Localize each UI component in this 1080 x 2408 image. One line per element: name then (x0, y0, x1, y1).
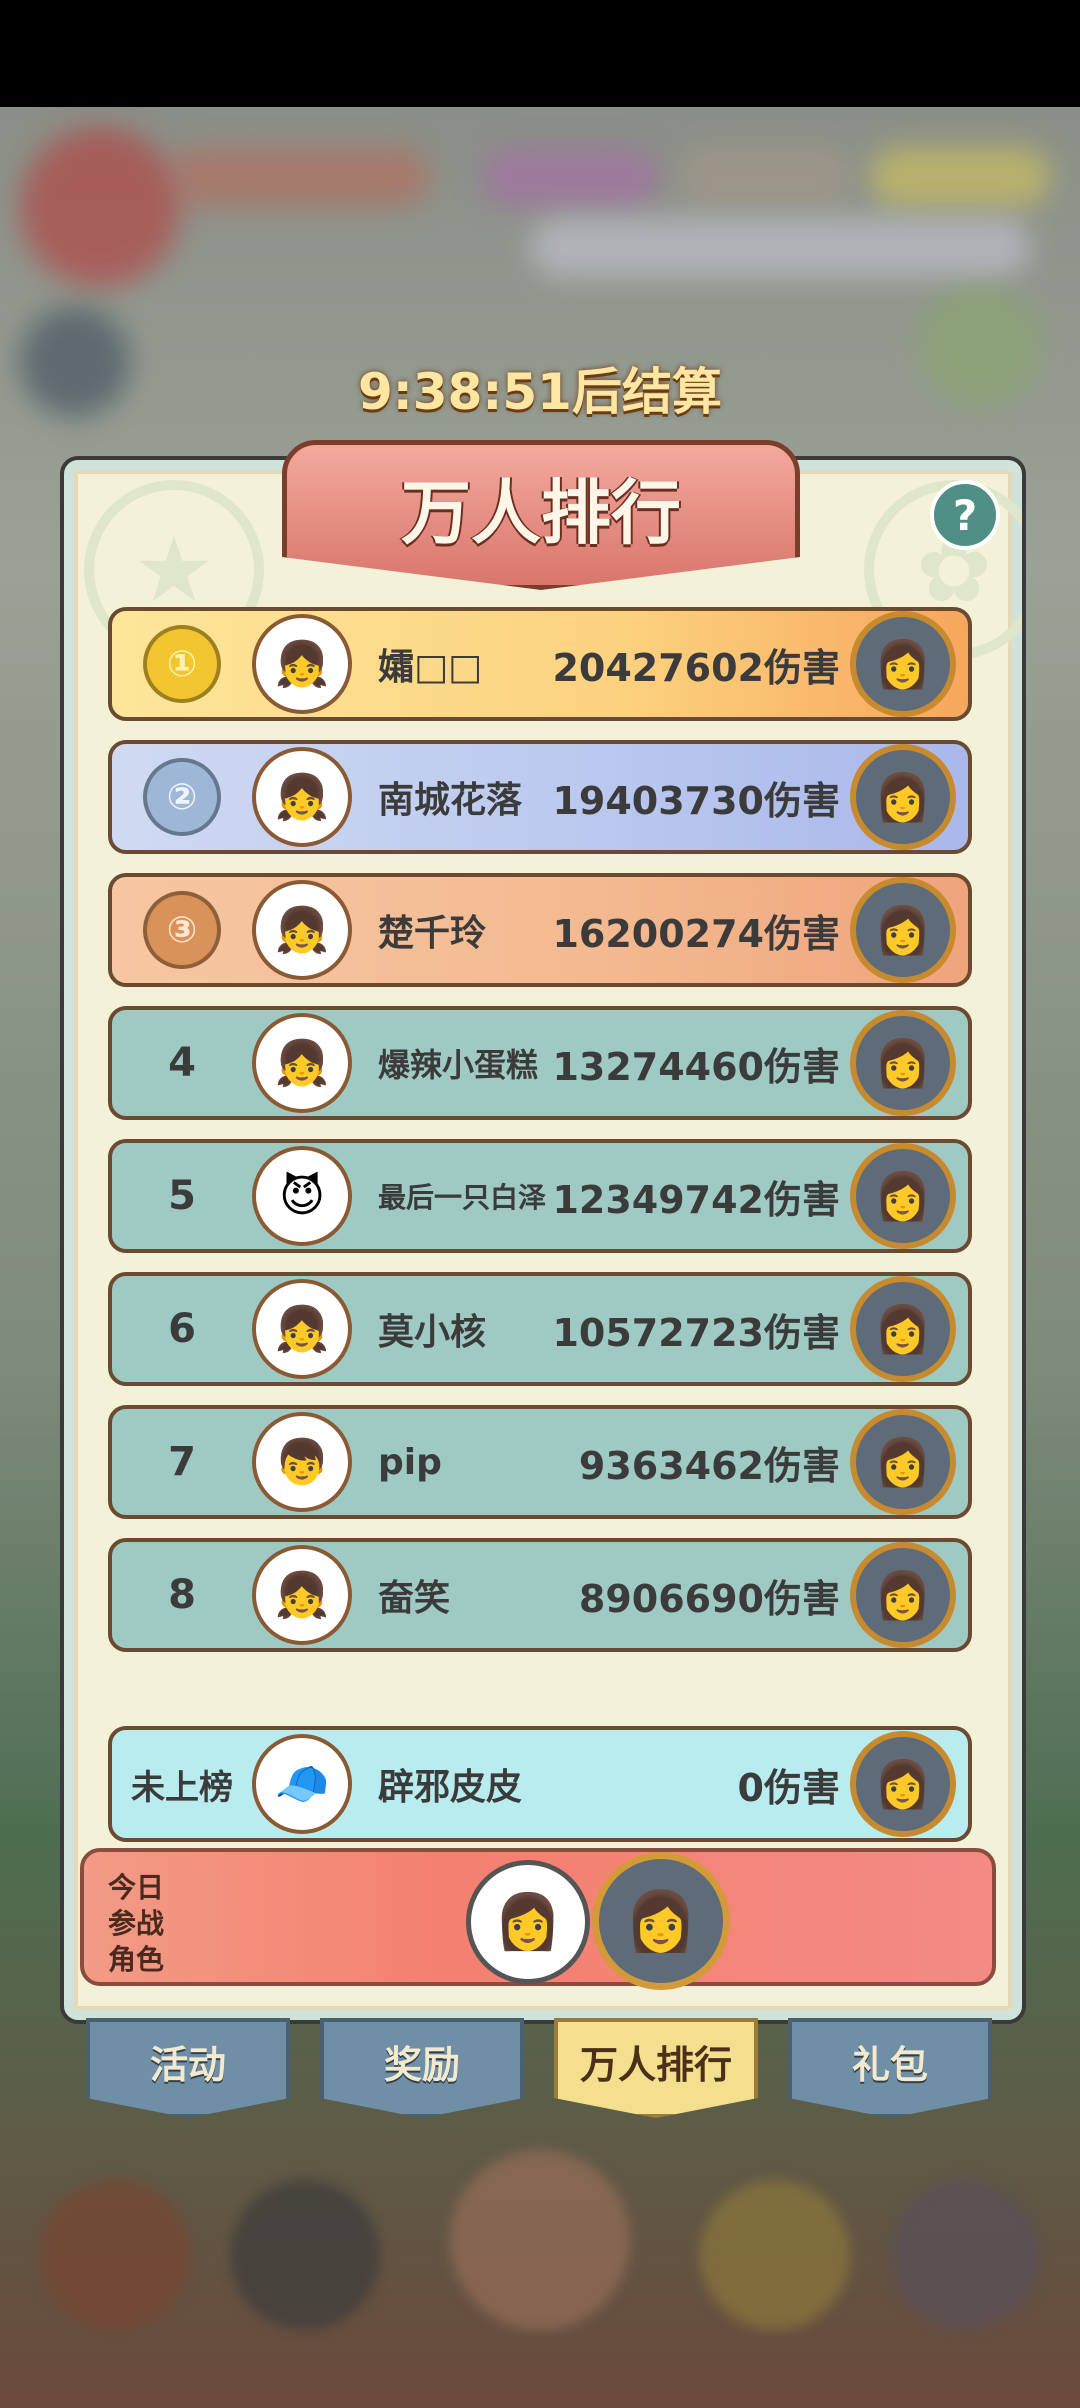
damage-score: 16200274伤害 (552, 911, 840, 956)
my-ranking-row[interactable]: 未上榜 🧢 辟邪皮皮 0伤害 👩 (108, 1726, 972, 1842)
ranking-list: ① 👧 孀□□ 20427602伤害 👩 ② 👧 南城花落 19403730伤害… (108, 607, 972, 1671)
tab-ranking[interactable]: 万人排行 (554, 2018, 758, 2118)
player-name: pip (378, 1441, 442, 1483)
player-name: 奤笑 (378, 1578, 451, 1619)
tab-gift[interactable]: 礼包 (788, 2018, 992, 2118)
dark-hair-girl-icon: 👩 (850, 877, 956, 983)
today-label: 今日参战角色 (108, 1871, 165, 1976)
player-name: 楚千玲 (378, 913, 487, 954)
rank-number: 5 (168, 1173, 196, 1219)
player-name: 莫小核 (378, 1312, 487, 1353)
player-name: 南城花落 (378, 780, 523, 821)
rank-number: 8 (168, 1572, 196, 1618)
ranking-row-1[interactable]: ① 👧 孀□□ 20427602伤害 👩 (108, 607, 972, 721)
horned-girl-icon: 😈 (252, 1146, 352, 1246)
damage-score: 19403730伤害 (552, 778, 840, 823)
dark-hair-girl-icon: 👩 (850, 1010, 956, 1116)
blond-boy-icon: 👦 (252, 1412, 352, 1512)
dark-hair-girl-icon: 👩 (850, 611, 956, 717)
my-damage-score: 0伤害 (737, 1765, 840, 1810)
rank-number: 6 (168, 1306, 196, 1352)
ranking-row-2[interactable]: ② 👧 南城花落 19403730伤害 👩 (108, 740, 972, 854)
rank-number: 4 (168, 1040, 196, 1086)
gold-medal-icon: ① (143, 625, 221, 703)
ranking-row-3[interactable]: ③ 👧 楚千玲 16200274伤害 👩 (108, 873, 972, 987)
today-battle-characters: 今日参战角色 👩 👩 (80, 1848, 996, 1990)
ranking-row-8[interactable]: 8 👧 奤笑 8906690伤害 👩 (108, 1538, 972, 1652)
damage-score: 8906690伤害 (578, 1576, 840, 1621)
silver-hair-girl-icon: 👧 (252, 1279, 352, 1379)
player-name: 孀□□ (378, 647, 483, 688)
my-rank-status: 未上榜 (131, 1767, 233, 1808)
white-hair-girl-icon[interactable]: 👩 (466, 1860, 590, 1984)
page-title: 万人排行 (401, 471, 681, 554)
settlement-timer: 9:38:51后结算 (358, 363, 722, 421)
damage-score: 9363462伤害 (578, 1443, 840, 1488)
damage-score: 10572723伤害 (552, 1310, 840, 1355)
red-cap-boy-icon: 🧢 (252, 1734, 352, 1834)
dark-hair-girl-icon: 👩 (850, 1542, 956, 1648)
damage-score: 12349742伤害 (552, 1177, 840, 1222)
dark-hair-girl-icon: 👩 (850, 1143, 956, 1249)
dark-hair-girl-icon[interactable]: 👩 (592, 1852, 730, 1990)
player-name: 爆辣小蛋糕 (378, 1046, 539, 1084)
dark-hair-girl-icon: 👩 (850, 744, 956, 850)
dark-hair-girl-icon: 👩 (850, 1276, 956, 1382)
ranking-row-6[interactable]: 6 👧 莫小核 10572723伤害 👩 (108, 1272, 972, 1386)
silver-hair-girl-icon: 👧 (252, 747, 352, 847)
ranking-row-7[interactable]: 7 👦 pip 9363462伤害 👩 (108, 1405, 972, 1519)
bottom-dock (0, 2120, 1080, 2408)
silver-medal-icon: ② (143, 758, 221, 836)
damage-score: 20427602伤害 (552, 645, 840, 690)
red-flower-girl-icon: 👧 (252, 1545, 352, 1645)
help-icon[interactable]: ? (930, 480, 1000, 550)
tab-rewards[interactable]: 奖励 (320, 2018, 524, 2118)
my-player-name: 辟邪皮皮 (378, 1767, 523, 1808)
status-bar (0, 0, 1080, 107)
dark-hair-girl-icon: 👩 (850, 1409, 956, 1515)
bronze-medal-icon: ③ (143, 891, 221, 969)
silver-hair-girl-icon: 👧 (252, 880, 352, 980)
ranking-row-4[interactable]: 4 👧 爆辣小蛋糕 13274460伤害 👩 (108, 1006, 972, 1120)
bottom-tabs: 活动 奖励 万人排行 礼包 (86, 2018, 996, 2120)
rank-number: 7 (168, 1439, 196, 1485)
tab-activity[interactable]: 活动 (86, 2018, 290, 2118)
silver-hair-girl-icon: 👧 (252, 614, 352, 714)
damage-score: 13274460伤害 (552, 1044, 840, 1089)
dark-hair-girl-icon: 👩 (850, 1731, 956, 1837)
ranking-row-5[interactable]: 5 😈 最后一只白泽 12349742伤害 👩 (108, 1139, 972, 1253)
silver-hair-girl-icon: 👧 (252, 1013, 352, 1113)
player-name: 最后一只白泽 (378, 1181, 547, 1214)
